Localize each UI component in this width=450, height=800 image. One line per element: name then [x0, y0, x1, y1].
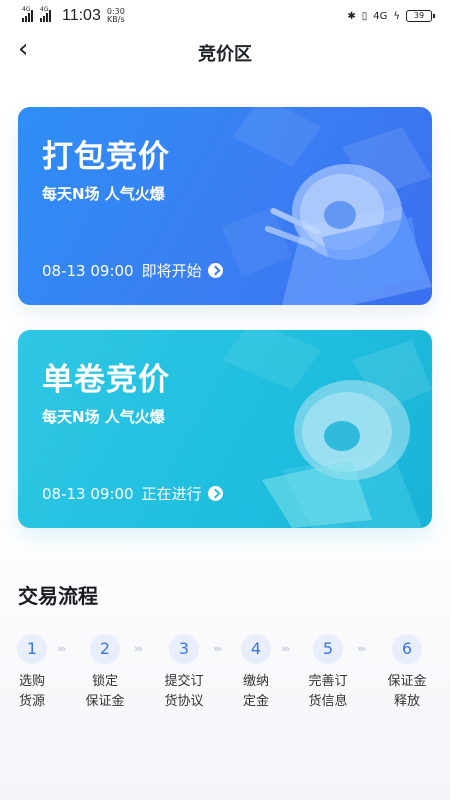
network-type-label: 4G: [22, 6, 31, 13]
step-label: 完善订 货信息: [308, 674, 348, 709]
status-icons: ✱ ▯ 4G ϟ 39: [347, 10, 435, 22]
step-label: 选购 货源: [18, 674, 45, 709]
battery-icon: 39: [406, 10, 435, 22]
signal-icon: 4G: [22, 6, 34, 22]
signal-icon-2: 4G: [40, 6, 52, 22]
step-label: 保证金 释放: [387, 674, 427, 709]
clock: 11:03: [62, 7, 101, 24]
process-step: 1 选购 货源: [2, 634, 62, 712]
bluetooth-icon: ✱: [347, 10, 356, 22]
process-title: 交易流程: [18, 584, 98, 608]
step-chevron-icon: ›››: [57, 642, 66, 655]
step-number: 2: [90, 634, 120, 664]
step-number: 3: [169, 634, 199, 664]
process-step: 5 完善订 货信息: [298, 634, 358, 712]
card-schedule: 08-13 09:00 正在进行: [42, 483, 223, 504]
network-type-label-2: 4G: [40, 6, 49, 13]
card-time: 08-13 09:00: [42, 484, 134, 503]
step-chevron-icon: ›››: [134, 642, 143, 655]
card-title: 打包竞价: [42, 139, 170, 175]
step-chevron-icon: ›››: [213, 642, 222, 655]
card-time: 08-13 09:00: [42, 261, 134, 280]
charging-icon: ϟ: [393, 10, 400, 22]
roll-illustration-icon: [222, 330, 432, 528]
page-title: 竞价区: [198, 44, 252, 65]
step-number: 4: [241, 634, 271, 664]
chevron-right-icon: [207, 263, 223, 278]
process-steps: 1 选购 货源 ››› 2 锁定 保证金 ››› 3 提交订 货协议 ››› 4…: [0, 634, 450, 724]
step-number: 5: [313, 634, 343, 664]
package-illustration-icon: [222, 107, 432, 305]
step-label: 锁定 保证金: [85, 674, 125, 709]
step-number: 6: [392, 634, 422, 664]
process-step: 3 提交订 货协议: [154, 634, 214, 712]
speed-unit: KB/s: [107, 15, 125, 24]
step-label: 缴纳 定金: [242, 674, 269, 709]
card-subtitle: 每天N场 人气火爆: [42, 408, 165, 426]
step-label: 提交订 货协议: [164, 674, 204, 709]
single-roll-bidding-card[interactable]: 单卷竞价 每天N场 人气火爆 08-13 09:00 正在进行: [18, 330, 432, 528]
card-schedule: 08-13 09:00 即将开始: [42, 260, 223, 281]
status-bar: 4G 4G 11:03 0:30 KB/s ✱ ▯ 4G ϟ 39: [0, 0, 450, 32]
chevron-right-icon: [207, 486, 223, 501]
network-type-right: 4G: [373, 10, 388, 22]
card-status: 即将开始: [141, 262, 202, 280]
network-speed: 0:30 KB/s: [107, 8, 125, 24]
package-bidding-card[interactable]: 打包竞价 每天N场 人气火爆 08-13 09:00 即将开始: [18, 107, 432, 305]
vibrate-icon: ▯: [361, 10, 368, 22]
card-subtitle: 每天N场 人气火爆: [42, 185, 165, 203]
process-step: 6 保证金 释放: [377, 634, 437, 712]
step-chevron-icon: ›››: [281, 642, 290, 655]
process-step: 4 缴纳 定金: [226, 634, 286, 712]
header: ‹ 竞价区: [0, 32, 450, 72]
card-title: 单卷竞价: [42, 362, 170, 398]
process-step: 2 锁定 保证金: [75, 634, 135, 712]
step-chevron-icon: ›››: [357, 642, 366, 655]
step-number: 1: [17, 634, 47, 664]
card-status: 正在进行: [141, 485, 202, 503]
